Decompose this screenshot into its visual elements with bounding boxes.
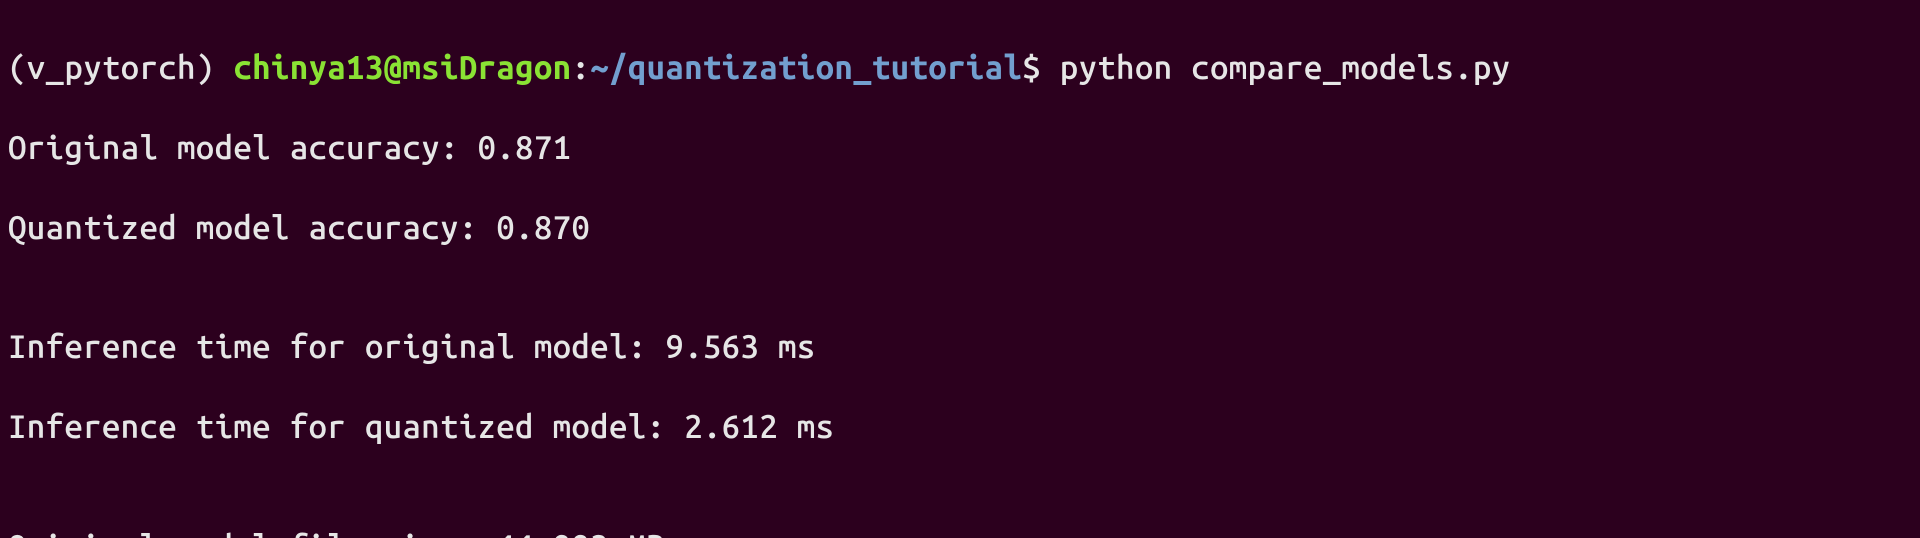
output-line: Quantized model accuracy: 0.870: [8, 208, 1912, 248]
command-text: python compare_models.py: [1060, 49, 1511, 86]
output-line: Original model file size: 44.993 MB: [8, 527, 1912, 538]
prompt-path: ~/quantization_tutorial: [590, 49, 1022, 86]
output-line: Original model accuracy: 0.871: [8, 128, 1912, 168]
output-line: Inference time for quantized model: 2.61…: [8, 407, 1912, 447]
prompt-user-host: chinya13@msiDragon: [233, 49, 571, 86]
output-line: Inference time for original model: 9.563…: [8, 327, 1912, 367]
terminal-window[interactable]: (v_pytorch) chinya13@msiDragon:~/quantiz…: [0, 0, 1920, 538]
prompt-colon: :: [571, 49, 590, 86]
prompt-dollar: $: [1022, 49, 1060, 86]
prompt-line-1: (v_pytorch) chinya13@msiDragon:~/quantiz…: [8, 48, 1912, 88]
prompt-env: (v_pytorch): [8, 49, 233, 86]
